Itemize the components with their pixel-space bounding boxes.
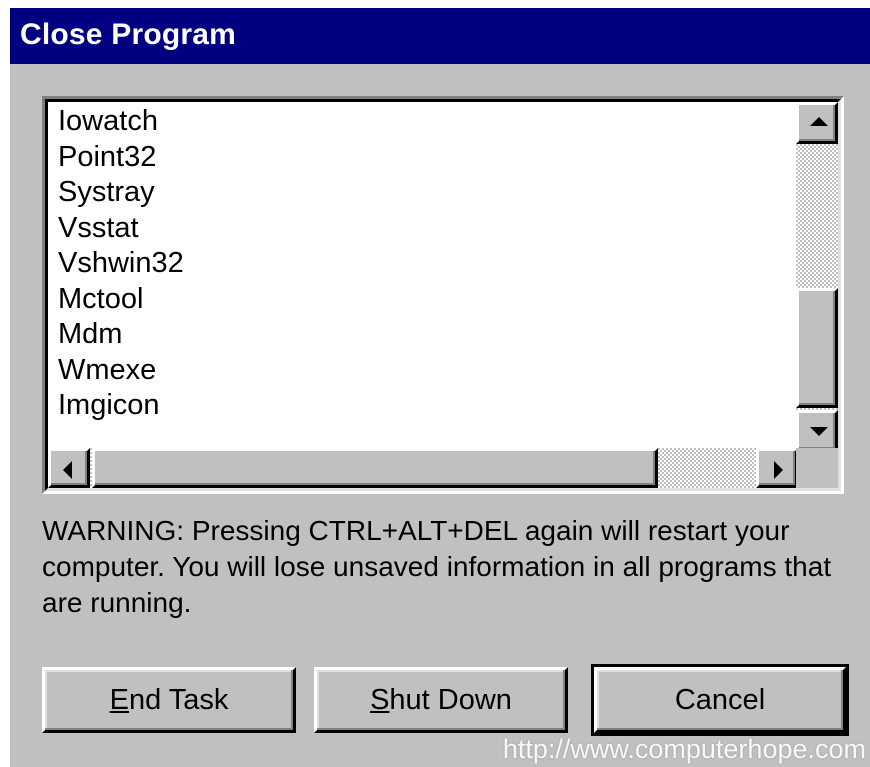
- shut-down-button[interactable]: Shut Down: [314, 667, 568, 733]
- title-bar[interactable]: Close Program: [10, 8, 870, 64]
- vertical-scrollbar[interactable]: [796, 102, 838, 452]
- scroll-down-button[interactable]: [796, 410, 838, 452]
- scroll-up-button[interactable]: [796, 102, 838, 144]
- arrow-right-icon: [774, 461, 783, 479]
- end-task-label: nd Task: [128, 683, 229, 716]
- arrow-down-icon: [810, 427, 828, 436]
- horizontal-scrollbar[interactable]: [48, 448, 798, 488]
- list-item[interactable]: Systray: [58, 175, 184, 211]
- list-item[interactable]: Iowatch: [58, 104, 184, 140]
- program-list[interactable]: Iowatch Point32 Systray Vsstat Vshwin32 …: [42, 96, 844, 494]
- list-item[interactable]: Point32: [58, 140, 184, 176]
- scroll-right-button[interactable]: [756, 448, 798, 488]
- list-item[interactable]: Mctool: [58, 282, 184, 318]
- list-item[interactable]: Vsstat: [58, 211, 184, 247]
- list-item[interactable]: Vshwin32: [58, 246, 184, 282]
- program-list-inner: Iowatch Point32 Systray Vsstat Vshwin32 …: [45, 99, 841, 491]
- horizontal-scroll-thumb[interactable]: [92, 448, 658, 488]
- list-item[interactable]: Mdm: [58, 317, 184, 353]
- scrollbar-corner: [796, 448, 838, 488]
- shut-down-accelerator: S: [370, 683, 390, 716]
- scroll-left-button[interactable]: [48, 448, 90, 488]
- vertical-scroll-thumb[interactable]: [796, 288, 838, 408]
- program-list-items: Iowatch Point32 Systray Vsstat Vshwin32 …: [58, 104, 184, 424]
- end-task-button[interactable]: End Task: [42, 667, 296, 733]
- end-task-accelerator: E: [109, 683, 129, 716]
- shut-down-label: hut Down: [389, 683, 512, 716]
- warning-text: WARNING: Pressing CTRL+ALT+DEL again wil…: [42, 515, 832, 618]
- source-credit: http://www.computerhope.com: [502, 734, 866, 764]
- close-program-dialog: Close Program Iowatch Point32 Systray Vs…: [10, 8, 870, 767]
- list-item[interactable]: Imgicon: [58, 388, 184, 424]
- arrow-left-icon: [63, 461, 72, 479]
- cancel-button[interactable]: Cancel: [591, 664, 849, 736]
- window-title: Close Program: [20, 18, 236, 51]
- list-item[interactable]: Wmexe: [58, 353, 184, 389]
- arrow-up-icon: [810, 117, 828, 126]
